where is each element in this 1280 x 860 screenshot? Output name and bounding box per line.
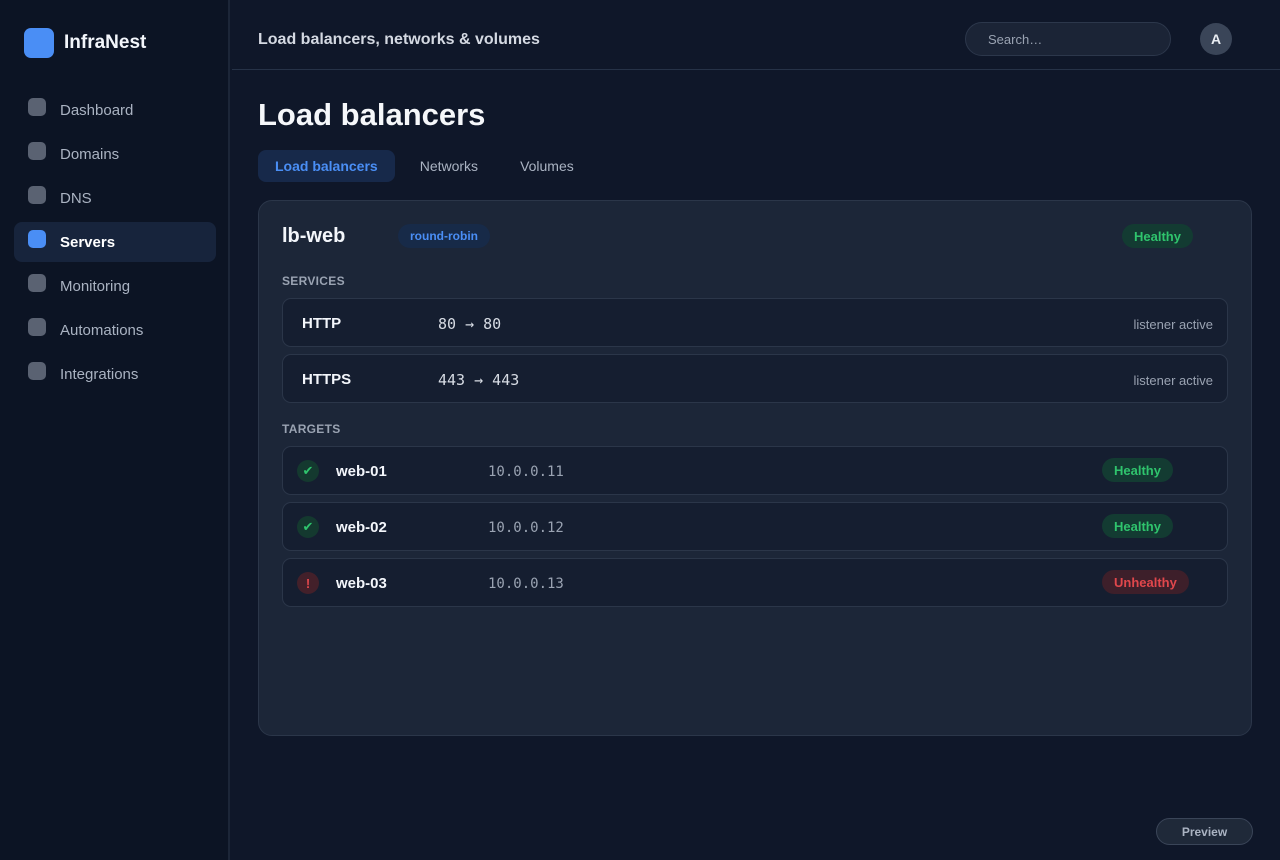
top-bar: Load balancers, networks & volumes A [232,0,1280,70]
header-title: Load balancers, networks & volumes [258,31,540,48]
sidebar-item-label: Servers [60,233,116,251]
status-badge: Healthy [1102,458,1173,482]
target-ip: 10.0.0.13 [488,576,564,592]
service-row-http[interactable]: HTTP 80 → 80 listener active [282,298,1228,347]
service-ports: 443 → 443 [438,371,520,389]
sidebar-item-integrations[interactable]: Integrations [14,354,216,394]
algorithm-badge: round-robin [398,224,490,248]
sidebar-item-label: Integrations [60,365,139,383]
target-row-web-03[interactable]: ! web-03 10.0.0.13 Unhealthy [282,558,1228,607]
service-ports: 80 → 80 [438,315,502,333]
tab-networks[interactable]: Networks [403,150,495,182]
preview-button[interactable]: Preview [1156,818,1253,845]
target-name: web-02 [336,519,387,536]
automations-icon [28,318,46,336]
check-icon: ✔ [297,460,319,482]
target-row-web-02[interactable]: ✔ web-02 10.0.0.12 Healthy [282,502,1228,551]
services-section-label: SERVICES [282,274,345,288]
service-protocol: HTTP [302,315,342,332]
sidebar-item-label: Dashboard [60,101,134,119]
target-name: web-01 [336,463,387,480]
sidebar-item-label: Monitoring [60,277,131,295]
sidebar-item-dns[interactable]: DNS [14,178,216,218]
monitoring-icon [28,274,46,292]
sidebar-item-servers[interactable]: Servers [14,222,216,262]
brand[interactable]: InfraNest [24,28,146,58]
app-root: InfraNest Dashboard Domains DNS Servers … [0,0,1280,860]
service-state: listener active [1133,317,1213,332]
dns-icon [28,186,46,204]
target-name: web-03 [336,575,387,592]
status-badge: Healthy [1102,514,1173,538]
page-title: Load balancers [258,97,486,132]
brand-logo-icon [24,28,54,58]
tab-bar: Load balancers Networks Volumes [258,150,599,182]
brand-name: InfraNest [64,32,147,53]
tab-load-balancers[interactable]: Load balancers [258,150,395,182]
status-badge: Healthy [1122,224,1193,248]
sidebar-item-domains[interactable]: Domains [14,134,216,174]
sidebar-item-automations[interactable]: Automations [14,310,216,350]
search-input[interactable] [965,22,1171,56]
sidebar-item-label: Domains [60,145,120,163]
target-ip: 10.0.0.12 [488,520,564,536]
sidebar-item-label: DNS [60,189,92,207]
target-row-web-01[interactable]: ✔ web-01 10.0.0.11 Healthy [282,446,1228,495]
sidebar-item-monitoring[interactable]: Monitoring [14,266,216,306]
dashboard-icon [28,98,46,116]
status-badge: Unhealthy [1102,570,1189,594]
sidebar: InfraNest Dashboard Domains DNS Servers … [0,0,230,860]
avatar[interactable]: A [1200,23,1232,55]
domains-icon [28,142,46,160]
tab-volumes[interactable]: Volumes [503,150,591,182]
integrations-icon [28,362,46,380]
load-balancer-card: lb-web round-robin Healthy SERVICES HTTP… [258,200,1252,736]
check-icon: ✔ [297,516,319,538]
servers-icon [28,230,46,248]
service-protocol: HTTPS [302,371,352,388]
load-balancer-name: lb-web [282,225,346,247]
sidebar-item-label: Automations [60,321,144,339]
service-state: listener active [1133,373,1213,388]
targets-section-label: TARGETS [282,422,341,436]
alert-icon: ! [297,572,319,594]
sidebar-item-dashboard[interactable]: Dashboard [14,90,216,130]
service-row-https[interactable]: HTTPS 443 → 443 listener active [282,354,1228,403]
sidebar-nav: Dashboard Domains DNS Servers Monitoring… [14,90,216,398]
target-ip: 10.0.0.11 [488,464,564,480]
